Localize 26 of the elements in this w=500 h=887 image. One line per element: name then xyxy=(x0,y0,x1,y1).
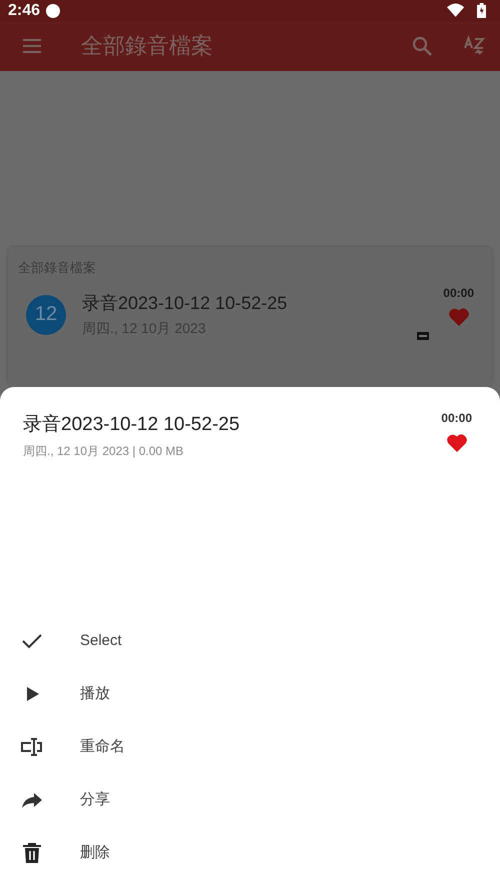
app-title: 全部錄音檔案 xyxy=(81,32,214,60)
recording-details: 周四., 12 10月 2023 | 0.00 MB xyxy=(23,443,185,460)
notification-dot-icon xyxy=(46,4,60,18)
battery-icon xyxy=(476,3,486,18)
date-avatar: 12 xyxy=(26,294,66,334)
menu-label: 重命名 xyxy=(80,737,125,756)
recording-title: 录音2023-10-12 10-52-25 xyxy=(82,292,288,315)
wifi-icon xyxy=(447,3,465,18)
menu-label: 分享 xyxy=(80,790,110,809)
menu-item[interactable]: 分享 xyxy=(0,773,500,826)
menu-label: 播放 xyxy=(80,684,110,703)
duration: 00:00 xyxy=(441,411,472,425)
status-time: 2:46 xyxy=(8,2,40,20)
menu-label: 删除 xyxy=(80,843,110,862)
file-type-icon xyxy=(417,332,430,340)
heart-icon[interactable] xyxy=(446,434,467,452)
search-icon[interactable] xyxy=(410,34,434,58)
delete-icon xyxy=(20,840,44,864)
duration: 00:00 xyxy=(443,286,474,300)
heart-icon[interactable] xyxy=(448,308,469,326)
menu-item[interactable]: 删除 xyxy=(0,826,500,879)
menu-item[interactable]: Select xyxy=(0,614,500,667)
menu-item[interactable]: 播放 xyxy=(0,667,500,720)
recording-title: 录音2023-10-12 10-52-25 xyxy=(23,413,241,437)
menu-label: Select xyxy=(80,632,122,649)
menu-item[interactable]: 重命名 xyxy=(0,720,500,773)
